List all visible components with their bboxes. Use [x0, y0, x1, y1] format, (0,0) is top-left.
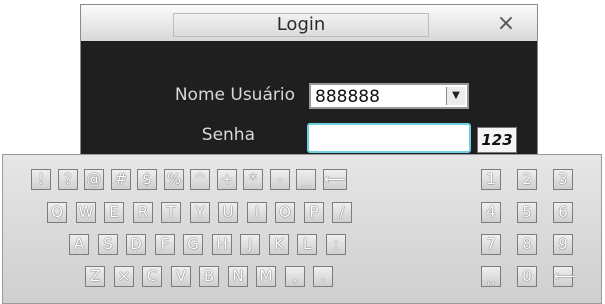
keyboard-key[interactable]: %: [164, 169, 184, 190]
keyboard-key[interactable]: I: [247, 202, 267, 223]
keyboard-key[interactable]: E: [104, 202, 124, 223]
keyboard-mode-button[interactable]: 123: [477, 127, 517, 153]
keyboard-key[interactable]: 5: [517, 202, 537, 223]
keyboard-key[interactable]: O: [275, 202, 295, 223]
keyboard-key[interactable]: U: [218, 202, 238, 223]
keyboard-key[interactable]: G: [183, 234, 203, 255]
keyboard-key[interactable]: /: [332, 202, 352, 223]
password-label: Senha: [201, 125, 255, 145]
keyboard-key[interactable]: B: [199, 266, 219, 287]
keyboard-key[interactable]: T: [161, 202, 181, 223]
login-dialog: Login × Nome Usuário 888888 ▼ Senha 123: [80, 4, 538, 156]
chevron-down-icon[interactable]: ▼: [446, 87, 465, 105]
keyboard-key[interactable]: F: [155, 234, 175, 255]
keyboard-key[interactable]: ⟵: [553, 266, 576, 287]
keyboard-key[interactable]: :: [326, 234, 346, 255]
keyboard-key[interactable]: K: [269, 234, 289, 255]
keyboard-key[interactable]: 9: [553, 234, 573, 255]
keyboard-key[interactable]: 3: [553, 169, 573, 190]
keyboard-key[interactable]: $: [137, 169, 157, 190]
keyboard-key[interactable]: V: [171, 266, 191, 287]
keyboard-key[interactable]: R: [133, 202, 153, 223]
keyboard-key[interactable]: @: [84, 169, 104, 190]
keyboard-key[interactable]: A: [69, 234, 89, 255]
keyboard-key[interactable]: .: [313, 266, 333, 287]
keyboard-key[interactable]: ,: [285, 266, 305, 287]
keyboard-key[interactable]: D: [126, 234, 146, 255]
keyboard-key[interactable]: S: [98, 234, 118, 255]
keyboard-key[interactable]: Z: [85, 266, 105, 287]
keyboard-key[interactable]: 7: [481, 234, 501, 255]
keyboard-key[interactable]: ^: [190, 169, 210, 190]
username-value: 888888: [315, 87, 380, 107]
username-select[interactable]: 888888 ▼: [309, 83, 469, 109]
keyboard-key[interactable]: N: [228, 266, 248, 287]
keyboard-key[interactable]: P: [304, 202, 324, 223]
keyboard-key[interactable]: 6: [553, 202, 573, 223]
dialog-titlebar: Login ×: [81, 5, 537, 41]
keyboard-key[interactable]: -: [270, 169, 290, 190]
keyboard-key[interactable]: 0: [517, 266, 537, 287]
keyboard-key[interactable]: !: [31, 169, 51, 190]
keyboard-key[interactable]: +: [217, 169, 237, 190]
close-icon[interactable]: ×: [495, 13, 517, 35]
keyboard-key[interactable]: *: [243, 169, 263, 190]
username-label: Nome Usuário: [174, 85, 295, 105]
keyboard-key[interactable]: J: [240, 234, 260, 255]
keyboard-key[interactable]: 4: [481, 202, 501, 223]
password-input[interactable]: [307, 123, 471, 153]
keyboard-key[interactable]: _: [296, 169, 316, 190]
keyboard-key[interactable]: 1: [481, 169, 501, 190]
keyboard-key[interactable]: #: [111, 169, 131, 190]
keyboard-key[interactable]: ⎵: [481, 266, 501, 287]
keyboard-key[interactable]: C: [142, 266, 162, 287]
keyboard-key[interactable]: ⟵: [323, 169, 347, 190]
keyboard-key[interactable]: Y: [190, 202, 210, 223]
keyboard-key[interactable]: 8: [517, 234, 537, 255]
keyboard-key[interactable]: H: [212, 234, 232, 255]
keyboard-key[interactable]: W: [76, 202, 96, 223]
keyboard-key[interactable]: Q: [47, 202, 67, 223]
keyboard-key[interactable]: L: [297, 234, 317, 255]
keyboard-key[interactable]: 2: [517, 169, 537, 190]
keyboard-key[interactable]: M: [256, 266, 276, 287]
keyboard-key[interactable]: ×: [114, 266, 134, 287]
dialog-title: Login: [173, 13, 429, 37]
keyboard-key[interactable]: ?: [58, 169, 78, 190]
virtual-keyboard: !? @ # $% ^ + * - _ ⟵ Q W E R T Y U I O P / A S D F G H J K L: Z × C V B N M…: [2, 154, 602, 304]
